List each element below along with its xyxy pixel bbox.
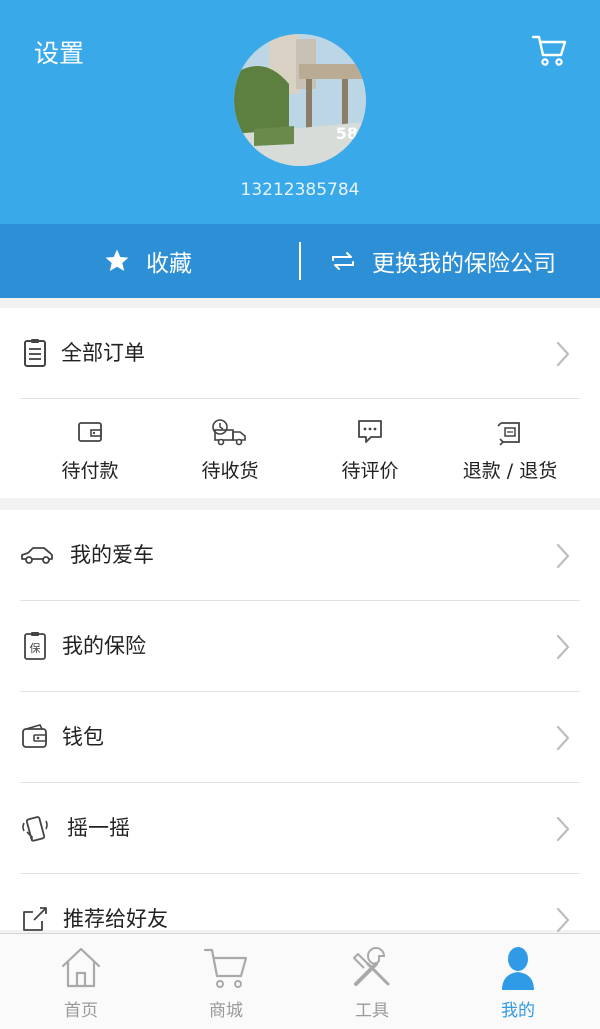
favorites-button[interactable]: 收藏 xyxy=(104,224,192,298)
tab-label: 首页 xyxy=(64,1001,98,1021)
settings-button[interactable]: 设置 xyxy=(34,34,84,70)
order-status-refund[interactable]: 退款 / 退货 xyxy=(440,396,580,496)
shake-icon xyxy=(22,816,48,842)
refund-icon xyxy=(497,422,520,446)
avatar[interactable]: 58 xyxy=(234,34,366,166)
profile-header: 设置 58 13212385784 xyxy=(0,0,600,224)
all-orders-label: 全部订单 xyxy=(61,341,145,365)
wallet-icon xyxy=(22,724,47,748)
cart-icon xyxy=(531,35,567,66)
avatar-photo xyxy=(234,34,366,166)
chevron-right-icon xyxy=(556,341,570,367)
person-icon xyxy=(502,947,534,990)
chevron-right-icon xyxy=(556,543,570,569)
tab-label: 我的 xyxy=(501,1001,535,1021)
avatar-watermark: 58 xyxy=(335,124,358,143)
chevron-right-icon xyxy=(556,816,570,842)
status-label: 待收货 xyxy=(201,460,259,482)
insurance-icon: 保 xyxy=(24,632,46,660)
status-label: 退款 / 退货 xyxy=(462,460,558,482)
menu-item-my-insurance[interactable]: 保 我的保险 xyxy=(0,601,600,691)
menu-section: 我的爱车 保 我的保险 钱包 摇一摇 推荐给好友 xyxy=(0,510,600,933)
favorites-label: 收藏 xyxy=(146,251,192,277)
order-status-pending-review[interactable]: 待评价 xyxy=(300,396,440,496)
switch-insurer-label: 更换我的保险公司 xyxy=(372,251,556,277)
cart-button[interactable] xyxy=(530,31,568,69)
switch-insurer-button[interactable]: 更换我的保险公司 xyxy=(330,224,556,298)
wallet-icon xyxy=(78,422,102,442)
all-orders-row[interactable]: 全部订单 xyxy=(0,308,600,398)
menu-item-wallet[interactable]: 钱包 xyxy=(0,692,600,782)
tools-icon xyxy=(353,947,390,986)
swap-icon xyxy=(332,252,354,270)
orders-section: 全部订单 待付款 待收货 待评价 退款 / 退货 xyxy=(0,308,600,498)
car-icon xyxy=(21,547,53,564)
status-label: 待评价 xyxy=(341,460,399,482)
order-status-pending-payment[interactable]: 待付款 xyxy=(20,396,160,496)
comment-icon xyxy=(358,420,382,443)
chevron-right-icon xyxy=(556,907,570,933)
order-status-pending-delivery[interactable]: 待收货 xyxy=(160,396,300,496)
delivery-truck-icon xyxy=(212,419,246,446)
home-icon xyxy=(61,947,101,988)
cart-icon xyxy=(203,948,248,988)
phone-number: 13212385784 xyxy=(240,180,360,200)
star-icon xyxy=(105,249,129,271)
menu-item-label: 我的爱车 xyxy=(70,543,154,567)
tab-label: 商城 xyxy=(209,1001,243,1021)
chevron-right-icon xyxy=(556,634,570,660)
tab-label: 工具 xyxy=(355,1001,389,1021)
tab-mall[interactable]: 商城 xyxy=(151,934,301,1029)
menu-item-my-car[interactable]: 我的爱车 xyxy=(0,510,600,600)
menu-item-label: 钱包 xyxy=(62,725,104,749)
tab-mine[interactable]: 我的 xyxy=(443,934,593,1029)
chevron-right-icon xyxy=(556,725,570,751)
svg-text:保: 保 xyxy=(30,641,41,655)
menu-item-label: 摇一摇 xyxy=(67,816,130,840)
tab-home[interactable]: 首页 xyxy=(6,934,156,1029)
share-icon xyxy=(23,907,47,931)
menu-item-label: 我的保险 xyxy=(62,634,146,658)
clipboard-icon xyxy=(24,339,46,367)
tab-tools[interactable]: 工具 xyxy=(297,934,447,1029)
menu-item-shake[interactable]: 摇一摇 xyxy=(0,783,600,873)
status-label: 待付款 xyxy=(61,460,119,482)
bottom-tab-bar: 首页 商城 工具 我的 xyxy=(0,933,600,1029)
quickbar-divider xyxy=(299,242,301,280)
